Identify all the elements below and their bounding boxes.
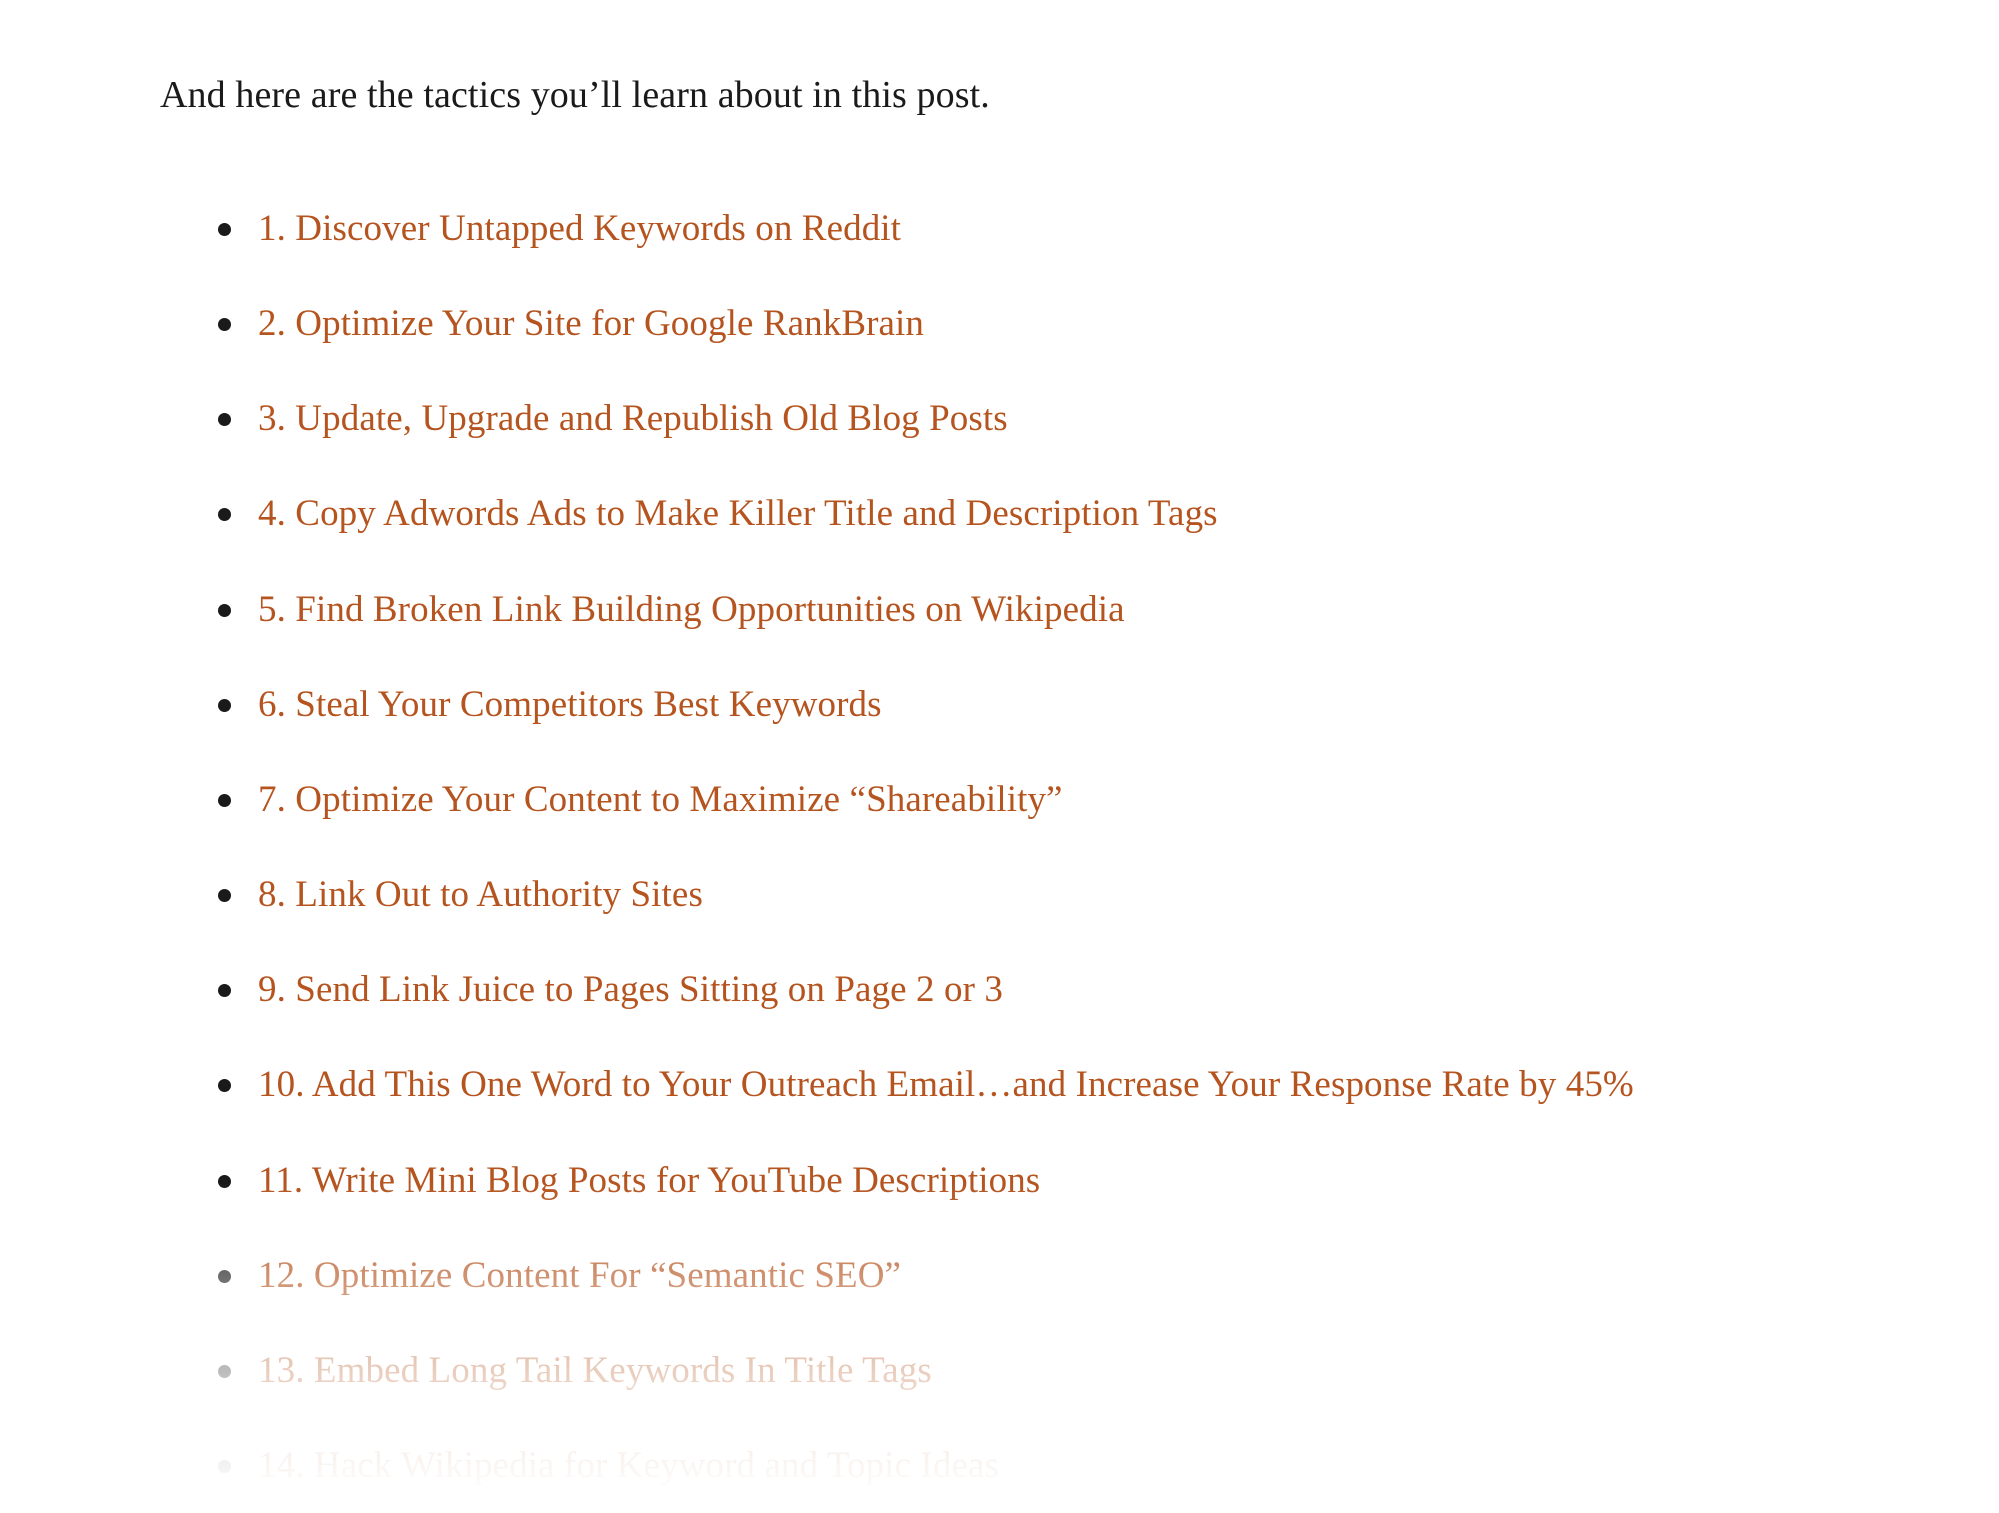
list-item[interactable]: 7. Optimize Your Content to Maximize “Sh… <box>218 769 1938 831</box>
bullet-icon <box>218 1269 231 1283</box>
list-item[interactable]: 10. Add This One Word to Your Outreach E… <box>218 1054 1858 1116</box>
list-item[interactable]: 11. Write Mini Blog Posts for YouTube De… <box>218 1150 1938 1212</box>
tactic-link[interactable]: 4. Copy Adwords Ads to Make Killer Title… <box>258 483 1938 545</box>
bullet-icon <box>218 603 231 617</box>
list-item[interactable]: 13. Embed Long Tail Keywords In Title Ta… <box>218 1340 1938 1402</box>
tactic-link[interactable]: 5. Find Broken Link Building Opportuniti… <box>258 579 1938 641</box>
list-item[interactable]: 9. Send Link Juice to Pages Sitting on P… <box>218 959 1938 1021</box>
bullet-icon <box>218 318 231 332</box>
tactic-link[interactable]: 14. Hack Wikipedia for Keyword and Topic… <box>258 1435 1938 1497</box>
tactic-link[interactable]: 11. Write Mini Blog Posts for YouTube De… <box>258 1150 1938 1212</box>
tactics-list: 1. Discover Untapped Keywords on Reddit … <box>218 198 1938 1513</box>
bullet-icon <box>218 793 231 807</box>
list-item[interactable]: 14. Hack Wikipedia for Keyword and Topic… <box>218 1435 1938 1497</box>
list-item[interactable]: 6. Steal Your Competitors Best Keywords <box>218 674 1938 736</box>
list-item[interactable]: 3. Update, Upgrade and Republish Old Blo… <box>218 388 1938 450</box>
tactic-link[interactable]: 9. Send Link Juice to Pages Sitting on P… <box>258 959 1938 1021</box>
bullet-icon <box>218 413 231 427</box>
bullet-icon <box>218 1174 231 1188</box>
bullet-icon <box>218 889 231 903</box>
tactic-link[interactable]: 2. Optimize Your Site for Google RankBra… <box>258 293 1938 355</box>
intro-paragraph: And here are the tactics you’ll learn ab… <box>160 74 990 116</box>
tactic-link[interactable]: 8. Link Out to Authority Sites <box>258 864 1938 926</box>
list-item[interactable]: 2. Optimize Your Site for Google RankBra… <box>218 293 1938 355</box>
list-item[interactable]: 12. Optimize Content For “Semantic SEO” <box>218 1245 1938 1307</box>
tactic-link[interactable]: 1. Discover Untapped Keywords on Reddit <box>258 198 1938 260</box>
page-root: And here are the tactics you’ll learn ab… <box>0 0 1999 1513</box>
bullet-icon <box>218 1079 231 1093</box>
tactic-link[interactable]: 7. Optimize Your Content to Maximize “Sh… <box>258 769 1938 831</box>
tactic-link[interactable]: 12. Optimize Content For “Semantic SEO” <box>258 1245 1938 1307</box>
bullet-icon <box>218 698 231 712</box>
list-item[interactable]: 1. Discover Untapped Keywords on Reddit <box>218 198 1938 260</box>
tactic-link[interactable]: 6. Steal Your Competitors Best Keywords <box>258 674 1938 736</box>
bullet-icon <box>218 508 231 522</box>
bullet-icon <box>218 1460 231 1474</box>
list-item[interactable]: 5. Find Broken Link Building Opportuniti… <box>218 579 1938 641</box>
bullet-icon <box>218 1364 231 1378</box>
tactic-link[interactable]: 10. Add This One Word to Your Outreach E… <box>258 1054 1858 1116</box>
tactic-link[interactable]: 13. Embed Long Tail Keywords In Title Ta… <box>258 1340 1938 1402</box>
tactic-link[interactable]: 3. Update, Upgrade and Republish Old Blo… <box>258 388 1938 450</box>
list-item[interactable]: 4. Copy Adwords Ads to Make Killer Title… <box>218 483 1938 545</box>
bullet-icon <box>218 223 231 236</box>
bullet-icon <box>218 984 231 998</box>
list-item[interactable]: 8. Link Out to Authority Sites <box>218 864 1938 926</box>
